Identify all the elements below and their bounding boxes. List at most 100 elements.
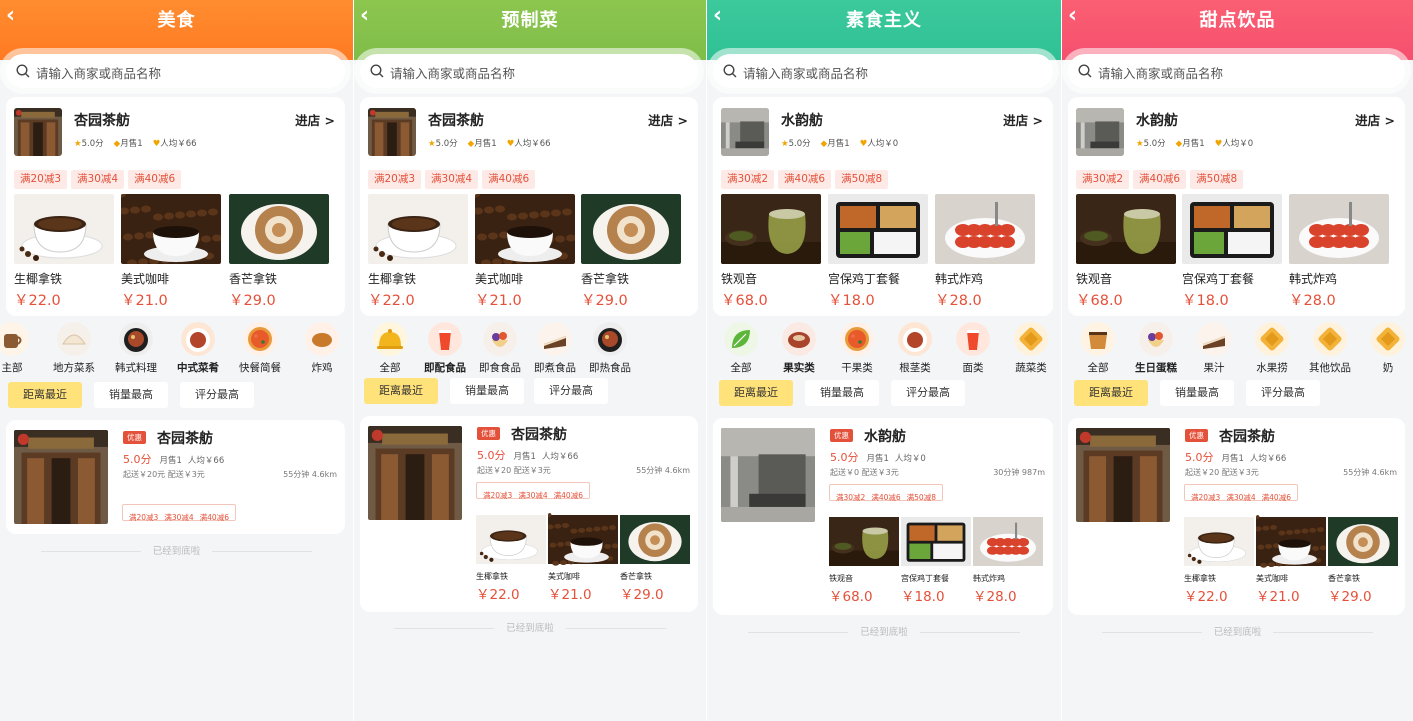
tea-icon <box>0 322 29 356</box>
sort-tab-0[interactable]: 距离最近 <box>8 382 82 408</box>
shop-avg: 人均￥66 <box>187 456 225 466</box>
product-item[interactable]: 韩式炸鸡 ￥28.0 <box>1289 194 1389 310</box>
category-item-5[interactable]: 蔬菜类 <box>1001 322 1061 375</box>
category-item-1[interactable]: 果实类 <box>769 322 829 375</box>
product-item[interactable]: 宫保鸡丁套餐 ￥18.0 <box>1182 194 1282 310</box>
promo-tag: 满40减6 <box>128 170 182 189</box>
shop-list-item[interactable]: 优惠 杏园茶舫 5.0分 月售1 人均￥66 起送￥20 配送￥3元 55分钟 4.6km 满… <box>360 416 698 612</box>
shop-list-item[interactable]: 优惠 杏园茶舫 5.0分 月售1 人均￥66 起送￥20元 配送￥3元 55分钟 4.6km… <box>6 420 345 534</box>
shop-meta: ★5.0分 ◆月售1 ♥人均￥66 <box>74 137 207 149</box>
sort-tab-2[interactable]: 评分最高 <box>180 382 254 408</box>
product-item[interactable]: 美式咖啡 ￥21.0 <box>548 513 618 603</box>
cake-icon <box>538 322 572 356</box>
product-item[interactable]: 生椰拿铁 ￥22.0 <box>1184 515 1254 605</box>
delivery-info: 起送￥20 配送￥3元 55分钟 4.6km <box>1185 467 1397 478</box>
sort-tab-2[interactable]: 评分最高 <box>891 380 965 406</box>
sort-tab-0[interactable]: 距离最近 <box>719 380 793 406</box>
category-label: 水果捞 <box>1256 362 1288 374</box>
category-label: 主部 <box>1 362 23 374</box>
product-item[interactable]: 美式咖啡 ￥21.0 <box>475 194 575 310</box>
category-item-3[interactable]: 即煮食品 <box>525 322 585 375</box>
category-item-2[interactable]: 果汁 <box>1184 322 1244 375</box>
category-item-4[interactable]: 其他饮品 <box>1300 322 1360 375</box>
category-item-0[interactable]: 全部 <box>711 322 771 375</box>
product-image <box>14 194 114 264</box>
product-item[interactable]: 生椰拿铁 ￥22.0 <box>14 194 114 310</box>
sort-tab-1[interactable]: 销量最高 <box>94 382 168 408</box>
sort-tab-0[interactable]: 距离最近 <box>364 378 438 404</box>
pizza-icon <box>840 322 874 356</box>
featured-shop-card[interactable]: 杏园茶舫 进店 > ★5.0分 ◆月售1 ♥人均￥66 满20减3 满30减4 满40减6 生椰… <box>360 97 698 316</box>
sort-tab-0[interactable]: 距离最近 <box>1074 380 1148 406</box>
product-item[interactable]: 铁观音 ￥68.0 <box>1076 194 1176 310</box>
enter-shop-link[interactable]: 进店 > <box>1003 110 1043 129</box>
category-item-0[interactable]: 全部 <box>1068 322 1128 375</box>
product-item[interactable]: 生椰拿铁 ￥22.0 <box>368 194 468 310</box>
shop-meta: ★5.0分 ◆月售1 ♥人均￥0 <box>1136 137 1263 149</box>
page-title: 甜点饮品 <box>1199 10 1276 31</box>
featured-shop-card[interactable]: 杏园茶舫 进店 > ★5.0分 ◆月售1 ♥人均￥66 满20减3 满30减4 满40减6 生椰… <box>6 97 345 316</box>
product-item[interactable]: 铁观音 ￥68.0 <box>829 515 899 605</box>
delivery-distance: 30分钟 987m <box>993 468 1045 477</box>
sort-tab-2[interactable]: 评分最高 <box>1246 380 1320 406</box>
sort-tab-1[interactable]: 销量最高 <box>450 378 524 404</box>
promo-tag: 满50减8 <box>835 170 889 189</box>
discount-badge: 优惠 <box>830 429 853 442</box>
product-item[interactable]: 生椰拿铁 ￥22.0 <box>476 513 546 603</box>
product-item[interactable]: 美式咖啡 ￥21.0 <box>1256 515 1326 605</box>
product-name: 美式咖啡 <box>475 272 524 286</box>
product-price: ￥29.0 <box>1328 589 1372 605</box>
sort-tab-1[interactable]: 销量最高 <box>1160 380 1234 406</box>
product-item[interactable]: 香芒拿铁 ￥29.0 <box>1328 515 1398 605</box>
search-input[interactable]: 请输入商家或商品名称 <box>6 54 345 88</box>
product-item[interactable]: 铁观音 ￥68.0 <box>721 194 821 310</box>
delivery-info: 起送￥20 配送￥3元 55分钟 4.6km <box>477 465 690 476</box>
search-input[interactable]: 请输入商家或商品名称 <box>713 54 1053 88</box>
category-item-0[interactable]: 主部 <box>0 322 42 375</box>
enter-shop-link[interactable]: 进店 > <box>295 110 335 129</box>
sort-tab-2[interactable]: 评分最高 <box>534 378 608 404</box>
product-item[interactable]: 香芒拿铁 ￥29.0 <box>581 194 681 310</box>
shop-list-item[interactable]: 优惠 水韵舫 5.0分 月售1 人均￥0 起送￥0 配送￥3元 30分钟 987m 满30减2… <box>713 418 1053 615</box>
featured-shop-card[interactable]: 水韵舫 进店 > ★5.0分 ◆月售1 ♥人均￥0 满30减2 满40减6 满50减8 铁观音 ￥… <box>1068 97 1405 316</box>
delivery-info: 起送￥0 配送￥3元 30分钟 987m <box>830 467 1045 478</box>
category-item-4[interactable]: 即热食品 <box>580 322 640 375</box>
product-item[interactable]: 宫保鸡丁套餐 ￥18.0 <box>901 515 971 605</box>
category-item-5[interactable]: 炸鸡 <box>292 322 352 375</box>
search-input[interactable]: 请输入商家或商品名称 <box>1068 54 1405 88</box>
category-item-2[interactable]: 干果类 <box>827 322 887 375</box>
product-item[interactable]: 韩式炸鸡 ￥28.0 <box>935 194 1035 310</box>
category-item-2[interactable]: 即食食品 <box>470 322 530 375</box>
enter-shop-link[interactable]: 进店 > <box>1355 110 1395 129</box>
panel-0: ‹ 美食 请输入商家或商品名称 杏园茶舫 进店 > ★5.0分 ◆月售1 ♥人均￥66 满20减… <box>0 0 353 721</box>
featured-shop-card[interactable]: 水韵舫 进店 > ★5.0分 ◆月售1 ♥人均￥0 满30减2 满40减6 满50减8 铁观音 ￥… <box>713 97 1053 316</box>
category-item-3[interactable]: 中式菜肴 <box>168 322 228 375</box>
category-item-1[interactable]: 生日蛋糕 <box>1126 322 1186 375</box>
product-item[interactable]: 宫保鸡丁套餐 ￥18.0 <box>828 194 928 310</box>
shop-avg: 人均￥0 <box>867 139 899 149</box>
product-item[interactable]: 香芒拿铁 ￥29.0 <box>620 513 690 603</box>
shop-list-item[interactable]: 优惠 杏园茶舫 5.0分 月售1 人均￥66 起送￥20 配送￥3元 55分钟 4.6km 满… <box>1068 418 1405 615</box>
category-item-3[interactable]: 根茎类 <box>885 322 945 375</box>
product-item[interactable]: 香芒拿铁 ￥29.0 <box>229 194 329 310</box>
category-label: 炸鸡 <box>311 362 333 374</box>
sort-tab-1[interactable]: 销量最高 <box>805 380 879 406</box>
cup-icon <box>1081 322 1115 356</box>
shop-monthly: 月售1 <box>866 454 889 464</box>
category-item-5[interactable]: 奶 <box>1358 322 1413 375</box>
category-item-4[interactable]: 快餐简餐 <box>230 322 290 375</box>
product-item[interactable]: 韩式炸鸡 ￥28.0 <box>973 515 1043 605</box>
category-item-1[interactable]: 地方菜系 <box>44 322 104 375</box>
category-item-0[interactable]: 全部 <box>360 322 420 375</box>
category-item-4[interactable]: 面类 <box>943 322 1003 375</box>
product-price: ￥68.0 <box>829 589 873 605</box>
category-item-1[interactable]: 即配食品 <box>415 322 475 375</box>
category-item-2[interactable]: 韩式料理 <box>106 322 166 375</box>
enter-shop-link[interactable]: 进店 > <box>648 110 688 129</box>
product-name: 美式咖啡 <box>121 272 170 286</box>
promo-tag: 满30减4 <box>71 170 125 189</box>
category-item-3[interactable]: 水果捞 <box>1242 322 1302 375</box>
product-item[interactable]: 美式咖啡 ￥21.0 <box>121 194 221 310</box>
product-price: ￥21.0 <box>121 293 168 309</box>
search-input[interactable]: 请输入商家或商品名称 <box>360 54 698 88</box>
